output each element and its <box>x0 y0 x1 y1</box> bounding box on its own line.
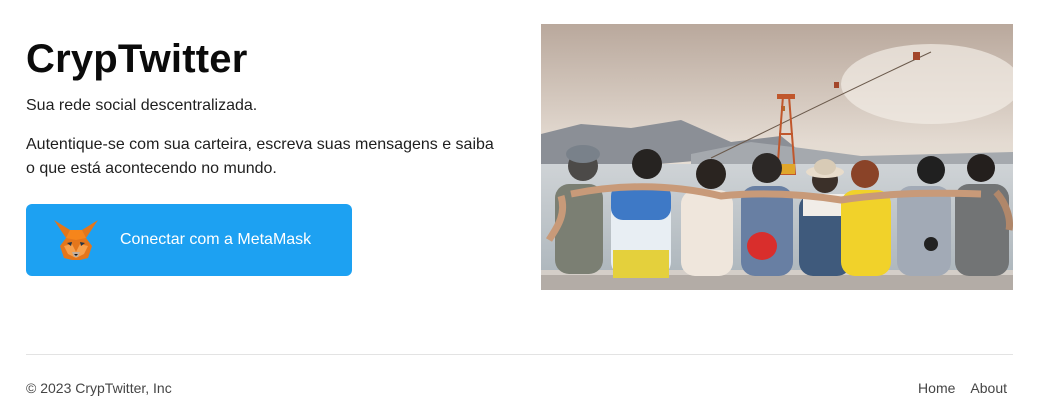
page-title: CrypTwitter <box>26 37 248 81</box>
page-subtitle: Sua rede social descentralizada. <box>26 97 258 114</box>
footer-nav: Home About <box>918 379 1007 397</box>
connect-metamask-button[interactable]: Conectar com a MetaMask <box>26 204 352 276</box>
friends-photo <box>541 24 1013 290</box>
footer-link-about[interactable]: About <box>970 379 1007 397</box>
page-description: Autentique-se com sua carteira, escreva … <box>26 136 494 177</box>
copyright-text: © 2023 CrypTwitter, Inc <box>26 380 172 396</box>
hero-text: CrypTwitter Sua rede social descentraliz… <box>26 32 506 276</box>
metamask-fox-icon <box>54 220 98 260</box>
connect-button-label: Conectar com a MetaMask <box>120 231 312 248</box>
landing-page: CrypTwitter Sua rede social descentraliz… <box>0 0 1049 413</box>
footer-link-home[interactable]: Home <box>918 379 955 397</box>
footer-divider <box>26 354 1013 355</box>
